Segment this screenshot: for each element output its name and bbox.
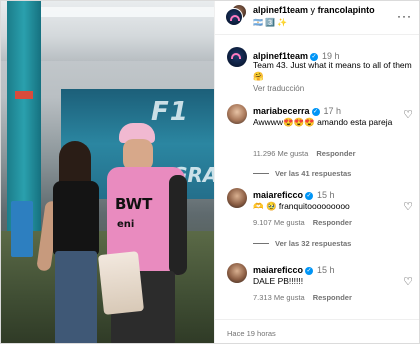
photo-flag [97,251,145,315]
view-replies-button[interactable]: Ver las 41 respuestas [253,169,351,178]
author-link-francolapinto[interactable]: francolapinto [318,5,375,15]
photo-pillar-band [15,91,33,99]
alpine-logo-icon [230,15,240,21]
more-options-icon[interactable]: ··· [397,10,412,22]
comment-avatar[interactable] [227,104,247,124]
comment-time[interactable]: 15 h [317,190,335,200]
comment-avatar[interactable] [227,188,247,208]
post-author-line: alpinef1team y francolapinto [253,5,375,15]
caption-text: Team 43. Just what it means to all of th… [253,60,412,81]
post-timestamp[interactable]: Hace 19 horas [227,329,276,338]
photo-suit-logo: BWT [115,195,153,213]
comment-meta: 9.107 Me gusta Responder [253,218,360,227]
author-link-alpinef1team[interactable]: alpinef1team [253,5,308,15]
post-modal: F1 GRA BWT eni alpinef1team y francolapi… [0,0,420,344]
comment-meta: 7.313 Me gusta Responder [253,293,360,302]
comment-body: maiareficco ✓ 15 h 🫶 🥹 franquitooooooooo [253,190,401,212]
view-replies-button[interactable]: Ver las 32 respuestas [253,239,351,248]
comment-meta: 11.296 Me gusta Responder [253,149,364,158]
photo-driver-sleeve [169,175,187,275]
reply-button[interactable]: Responder [316,149,355,158]
alpine-logo-icon [231,53,241,59]
comment-time[interactable]: 17 h [324,106,342,116]
photo-woman-top [53,181,99,255]
caption-avatar[interactable] [227,47,247,67]
photo-bin [11,201,33,257]
comment-username[interactable]: maiareficco [253,190,303,200]
comment-text: 🫶 🥹 franquitooooooooo [253,201,350,211]
view-replies-label: Ver las 32 respuestas [275,239,352,248]
replies-dash [253,173,269,174]
view-replies-label: Ver las 41 respuestas [275,169,352,178]
comment-avatar[interactable] [227,263,247,283]
post-footer: Hace 19 horas [215,319,419,343]
reply-button[interactable]: Responder [313,293,352,302]
verified-badge-icon: ✓ [305,267,314,275]
post-caption: alpinef1team ✓ 19 h Team 43. Just what it … [215,41,419,101]
photo-driver-figure: BWT eni [97,123,195,343]
post-header-subtitle: 🇦🇷 3️⃣ ✨ [253,18,288,27]
comment-likes[interactable]: 9.107 Me gusta [253,218,305,227]
comment-body: mariabecerra ✓ 17 h Awwww😍😍😍 amando esta p… [253,106,401,128]
comment-likes[interactable]: 7.313 Me gusta [253,293,305,302]
comment-likes[interactable]: 11.296 Me gusta [253,149,308,158]
comment-username[interactable]: maiareficco [253,265,303,275]
comment-body: maiareficco ✓ 15 h DALE PB!!!!!! [253,265,401,287]
reply-button[interactable]: Responder [313,218,352,227]
heart-outline-icon[interactable]: ♡ [403,110,413,121]
verified-badge-icon: ✓ [305,192,314,200]
author-connector: y [310,5,316,15]
comment-item: maiareficco ✓ 15 h 🫶 🥹 franquitooooooooo ♡… [215,188,419,256]
comment-item: mariabecerra ✓ 17 h Awwww😍😍😍 amando esta p… [215,104,419,184]
photo-roof-beam [41,7,214,17]
verified-badge-icon: ✓ [311,108,320,116]
see-translation-link[interactable]: Ver traducción [253,84,304,93]
comment-time[interactable]: 15 h [317,265,335,275]
photo-suit-sponsor: eni [117,219,135,230]
heart-outline-icon[interactable]: ♡ [403,202,413,213]
comment-text: Awwww😍😍😍 amando esta pareja [253,117,393,127]
replies-dash [253,243,269,244]
comment-text: DALE PB!!!!!! [253,276,304,286]
heart-outline-icon[interactable]: ♡ [403,277,413,288]
post-photo[interactable]: F1 GRA BWT eni [1,1,214,343]
collab-avatar-alpinef1team[interactable] [225,8,243,26]
post-header: alpinef1team y francolapinto 🇦🇷 3️⃣ ✨ ··… [215,1,419,35]
comment-item: maiareficco ✓ 15 h DALE PB!!!!!! ♡ 7.313 M… [215,263,419,311]
photo-woman-jeans [55,251,97,343]
post-sidebar: alpinef1team y francolapinto 🇦🇷 3️⃣ ✨ ··… [214,1,419,343]
comment-username[interactable]: mariabecerra [253,106,310,116]
